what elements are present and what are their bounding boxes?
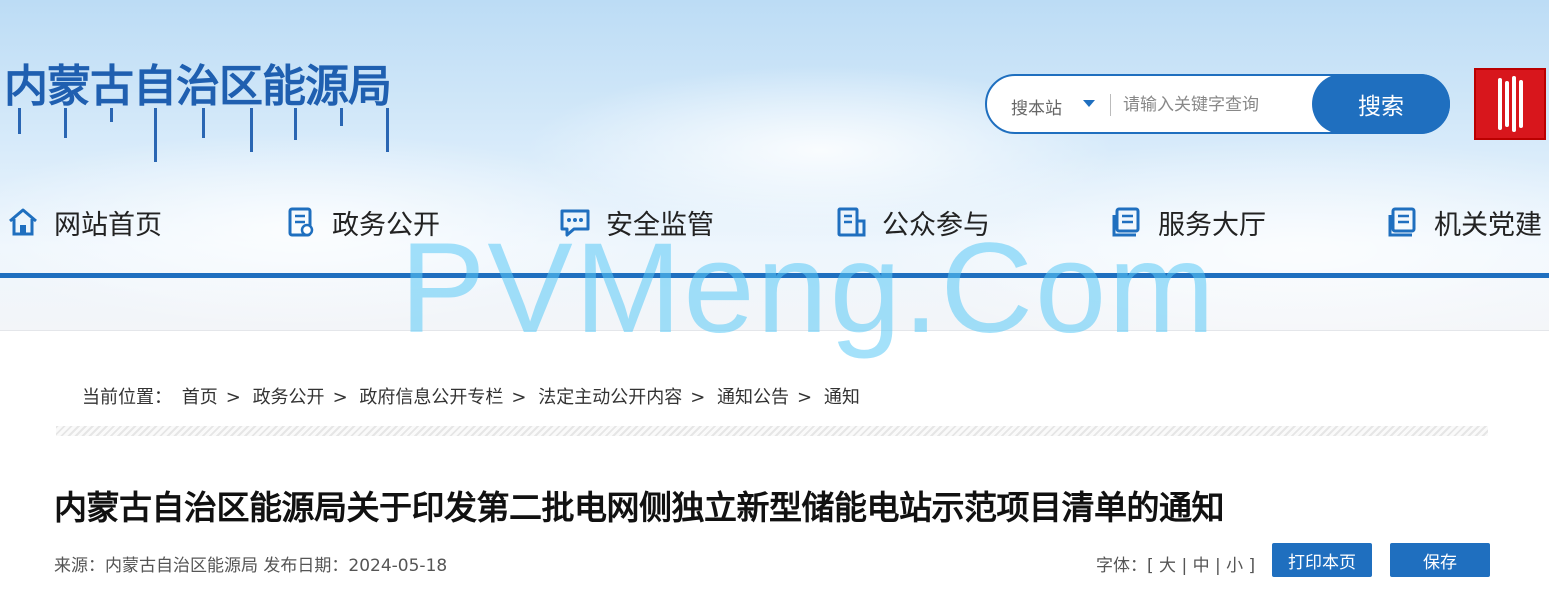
nav-item-home[interactable]: 网站首页: [6, 200, 162, 244]
search-divider: [1110, 94, 1111, 116]
nav-item-label: 网站首页: [54, 209, 162, 241]
chat-bubble-icon: [560, 209, 590, 237]
nav-item-service-hall[interactable]: 服务大厅: [1110, 200, 1266, 244]
search-box: 搜本站 搜索: [985, 74, 1450, 134]
date-label: 发布日期：: [263, 556, 349, 576]
nav-item-label: 服务大厅: [1158, 209, 1266, 241]
breadcrumb-link-info-column[interactable]: 政府信息公开专栏: [359, 387, 503, 408]
breadcrumb-link-announcements[interactable]: 通知公告: [717, 387, 789, 408]
breadcrumb-prefix: 当前位置：: [82, 387, 172, 408]
party-book-icon: [1388, 207, 1416, 237]
font-size-label: 字体：: [1096, 556, 1147, 576]
breadcrumb-link-government-affairs[interactable]: 政务公开: [253, 387, 325, 408]
breadcrumb-separator: >: [511, 387, 527, 408]
print-button[interactable]: 打印本页: [1272, 543, 1372, 577]
nav-item-safety-supervision[interactable]: 安全监管: [558, 200, 714, 244]
nav-item-party-building[interactable]: 机关党建: [1386, 200, 1542, 244]
site-title[interactable]: 内蒙古自治区能源局: [4, 50, 392, 114]
nav-divider: [0, 273, 1549, 278]
nav-item-label: 公众参与: [882, 209, 990, 241]
breadcrumb-separator: >: [332, 387, 348, 408]
breadcrumb-link-home[interactable]: 首页: [182, 387, 218, 408]
article-source: 内蒙古自治区能源局: [105, 556, 258, 576]
site-header: 内蒙古自治区能源局 搜本站 搜索 网站首页: [0, 0, 1549, 330]
search-button[interactable]: 搜索: [1312, 74, 1450, 134]
breadcrumb-link-notices[interactable]: 通知: [824, 387, 860, 408]
font-size-medium[interactable]: 中: [1193, 556, 1210, 576]
breadcrumb-link-statutory-content[interactable]: 法定主动公开内容: [538, 387, 682, 408]
mongolian-script-title: [14, 108, 404, 166]
nav-item-label: 政务公开: [332, 209, 440, 241]
font-size-large[interactable]: 大: [1159, 556, 1176, 576]
font-size-control: 字体：[ 大 | 中 | 小 ]: [1096, 556, 1256, 576]
service-book-icon: [1112, 207, 1140, 237]
source-label: 来源：: [54, 556, 105, 576]
breadcrumb-divider: [56, 426, 1488, 436]
breadcrumb-separator: >: [225, 387, 241, 408]
article-date: 2024-05-18: [348, 556, 448, 576]
article-meta: 来源：内蒙古自治区能源局 发布日期：2024-05-18: [54, 551, 447, 576]
nav-item-public-participation[interactable]: 公众参与: [834, 200, 990, 244]
caret-down-icon[interactable]: [1083, 100, 1095, 107]
breadcrumb: 当前位置： 首页 > 政务公开 > 政府信息公开专栏 > 法定主动公开内容 > 通知公告…: [82, 383, 864, 409]
search-scope-select[interactable]: 搜本站: [1011, 94, 1062, 119]
main-nav: 网站首页 政务公开 安全监管 公众参与 服务大厅 机关党建: [0, 190, 1549, 256]
nav-item-label: 安全监管: [606, 209, 714, 241]
document-icon: [288, 207, 314, 237]
save-button[interactable]: 保存: [1390, 543, 1490, 577]
nav-item-label: 机关党建: [1434, 209, 1542, 241]
search-input[interactable]: [1123, 88, 1303, 122]
seal-logo[interactable]: [1474, 68, 1546, 140]
nav-item-government-affairs[interactable]: 政务公开: [284, 200, 440, 244]
clipboard-icon: [837, 207, 866, 237]
breadcrumb-separator: >: [797, 387, 813, 408]
font-size-small[interactable]: 小: [1226, 556, 1243, 576]
article-panel: 当前位置： 首页 > 政务公开 > 政府信息公开专栏 > 法定主动公开内容 > 通知公告…: [0, 330, 1549, 602]
breadcrumb-separator: >: [690, 387, 706, 408]
home-icon: [9, 208, 37, 236]
article-title: 内蒙古自治区能源局关于印发第二批电网侧独立新型储能电站示范项目清单的通知: [54, 488, 1225, 527]
